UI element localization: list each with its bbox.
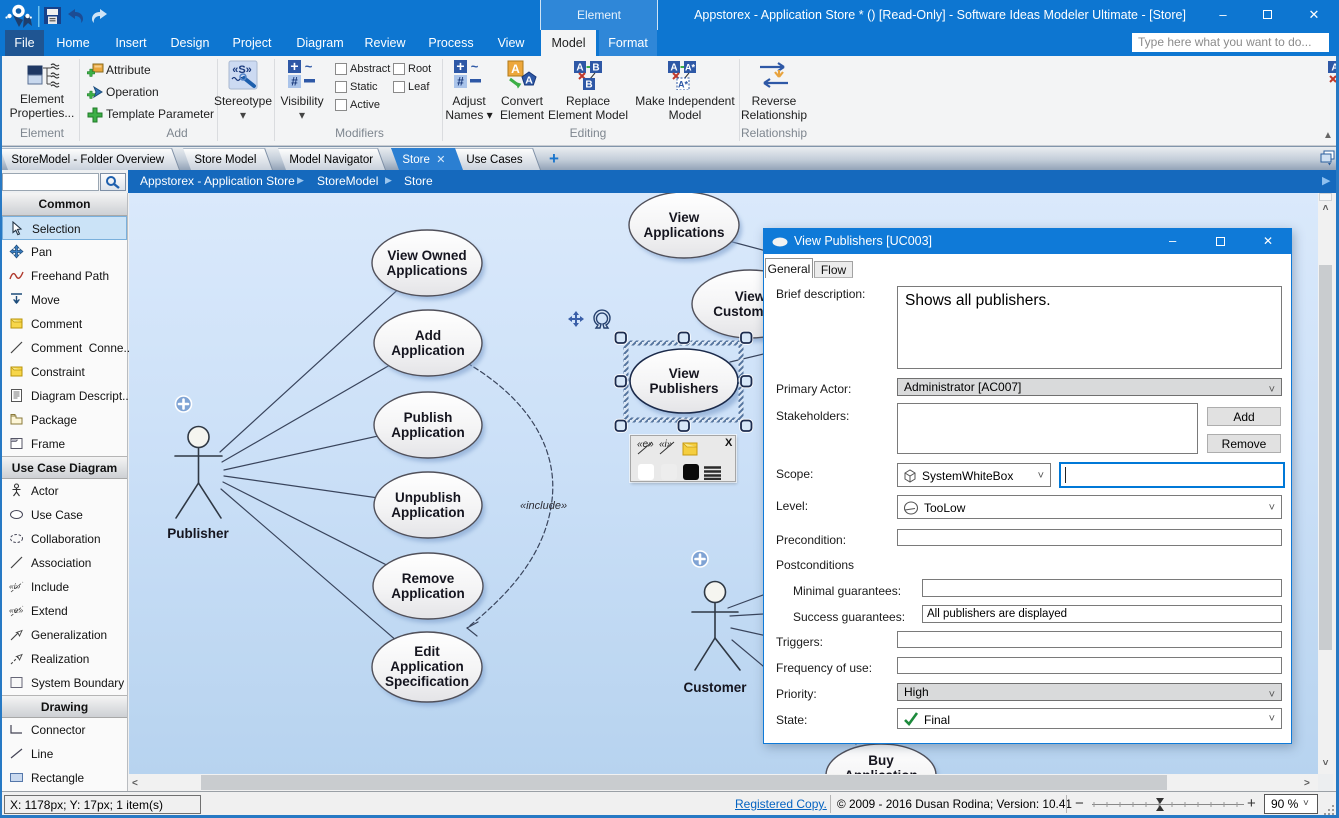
svg-text:View: View <box>735 289 766 304</box>
svg-text:Publishers: Publishers <box>649 381 718 396</box>
svg-text:«include»: «include» <box>520 500 567 512</box>
svg-text:View: View <box>669 366 700 381</box>
svg-text:«e»: «e» <box>9 605 23 615</box>
svg-text:~: ~ <box>471 60 479 74</box>
svg-text:B: B <box>592 63 599 74</box>
svg-text:Application: Application <box>391 586 465 601</box>
svg-text:A: A <box>576 63 583 74</box>
svg-text:A: A <box>525 75 533 87</box>
svg-text:#: # <box>457 75 464 89</box>
svg-text:View: View <box>669 210 700 225</box>
svg-text:Application: Application <box>391 425 465 440</box>
svg-text:Customer: Customer <box>683 680 747 695</box>
svg-text:Applications: Applications <box>386 263 467 278</box>
svg-text:#: # <box>291 75 298 89</box>
svg-text:Unpublish: Unpublish <box>395 490 461 505</box>
svg-text:A: A <box>511 62 520 76</box>
svg-text:Add: Add <box>415 328 441 343</box>
svg-text:«i»: «i» <box>9 581 21 591</box>
svg-text:A*: A* <box>685 63 695 73</box>
svg-text:View Owned: View Owned <box>387 248 466 263</box>
svg-text:B: B <box>585 80 592 91</box>
svg-text:~: ~ <box>305 60 313 74</box>
svg-text:Remove: Remove <box>402 571 455 586</box>
svg-text:A*: A* <box>678 80 688 90</box>
svg-text:Edit: Edit <box>414 644 440 659</box>
svg-text:Application: Application <box>391 343 465 358</box>
svg-text:A: A <box>670 63 677 74</box>
svg-text:Buy: Buy <box>868 753 894 768</box>
svg-text:+: + <box>290 60 298 74</box>
svg-text:Specification: Specification <box>385 674 469 689</box>
svg-text:Publisher: Publisher <box>167 526 229 541</box>
svg-text:Applications: Applications <box>643 225 724 240</box>
svg-text:Application: Application <box>390 659 464 674</box>
svg-text:+: + <box>456 60 464 74</box>
svg-text:Publish: Publish <box>404 410 453 425</box>
svg-text:Application: Application <box>391 505 465 520</box>
